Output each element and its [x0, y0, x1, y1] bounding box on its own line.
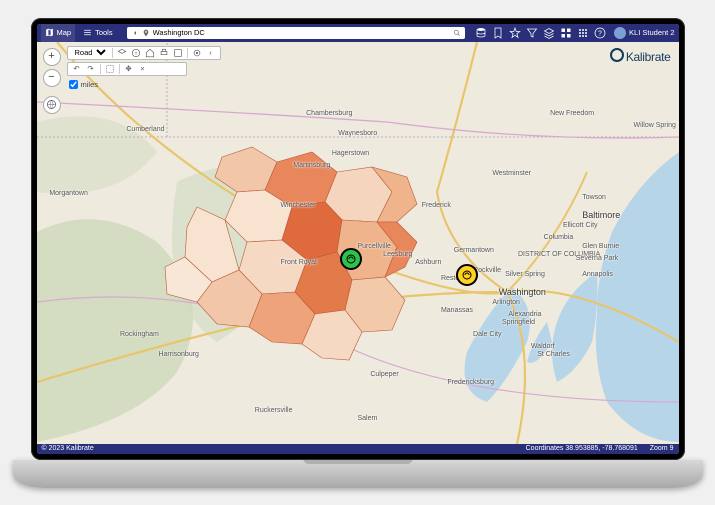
zoom-text: Zoom 9 [650, 445, 674, 452]
choropleth-layer [37, 42, 679, 444]
user-menu[interactable]: KLI Student 2 [614, 27, 674, 39]
search-input[interactable] [153, 28, 450, 37]
tab-map[interactable]: Map [41, 24, 76, 42]
zoom-box-icon[interactable] [104, 63, 116, 75]
grid-icon[interactable] [560, 27, 572, 39]
filter-icon[interactable] [526, 27, 538, 39]
close-icon[interactable]: × [137, 63, 149, 75]
marker-glyph-icon [345, 253, 357, 265]
laptop-frame: Map Tools [13, 18, 703, 488]
search-pin-icon [142, 29, 150, 37]
apps-icon[interactable] [577, 27, 589, 39]
print-icon[interactable] [158, 47, 170, 59]
tab-map-label: Map [57, 28, 72, 37]
star-icon[interactable] [509, 27, 521, 39]
list-icon [83, 28, 92, 37]
globe-icon [46, 99, 57, 110]
coords-text: Coordinates 38.953885, -78.768091 [526, 445, 638, 452]
legend-icon[interactable] [172, 47, 184, 59]
svg-text:?: ? [598, 30, 602, 37]
copyright-text: © 2023 Kalibrate [42, 445, 94, 452]
bookmark-icon[interactable] [492, 27, 504, 39]
laptop-base [13, 460, 703, 488]
zoom-controls: + − [43, 48, 61, 114]
layers-toggle-icon[interactable] [116, 47, 128, 59]
status-bar: © 2023 Kalibrate Coordinates 38.953885, … [37, 444, 679, 454]
basemap-select[interactable]: Road [71, 47, 109, 58]
globe-reset-button[interactable] [43, 96, 61, 114]
scale-checkbox-input[interactable] [69, 80, 78, 89]
top-right-icons: ? [475, 27, 606, 39]
user-avatar-icon [614, 27, 626, 39]
help-icon[interactable]: ? [594, 27, 606, 39]
zoom-out-button[interactable]: − [43, 69, 61, 87]
info-icon[interactable]: i [130, 47, 142, 59]
map-toolbar-row-1: Road i ‹ [67, 46, 221, 60]
search-icon[interactable] [453, 29, 461, 37]
map-toolbar-row-2: ↶ ↷ ✥ × [67, 62, 187, 76]
map-marker[interactable] [456, 264, 478, 286]
app-viewport: Map Tools [37, 24, 679, 454]
scale-unit-label: miles [81, 80, 99, 89]
chevron-left-icon[interactable]: ‹ [205, 47, 217, 59]
tab-tools-label: Tools [95, 28, 113, 37]
marker-glyph-icon [461, 269, 473, 281]
map-canvas[interactable]: WashingtonArlingtonAlexandriaBaltimoreCo… [37, 42, 679, 444]
map-marker[interactable] [340, 248, 362, 270]
map-toolbar-panel: Road i ‹ ↶ ↷ [67, 46, 221, 89]
svg-text:i: i [135, 50, 136, 55]
undo-icon[interactable]: ↶ [71, 63, 83, 75]
top-bar: Map Tools [37, 24, 679, 42]
redo-icon[interactable]: ↷ [85, 63, 97, 75]
brand-logo: Kalibrate [610, 48, 671, 64]
pan-icon[interactable]: ✥ [123, 63, 135, 75]
map-icon [45, 28, 54, 37]
screen-bezel: Map Tools [31, 18, 685, 460]
search-box[interactable] [127, 27, 465, 39]
search-back-icon[interactable] [131, 29, 139, 37]
tab-tools[interactable]: Tools [79, 24, 117, 42]
zoom-in-button[interactable]: + [43, 48, 61, 66]
user-label: KLI Student 2 [629, 28, 674, 37]
target-icon[interactable] [191, 47, 203, 59]
scale-unit-checkbox[interactable]: miles [69, 80, 221, 89]
layers-icon[interactable] [543, 27, 555, 39]
home-icon[interactable] [144, 47, 156, 59]
database-icon[interactable] [475, 27, 487, 39]
